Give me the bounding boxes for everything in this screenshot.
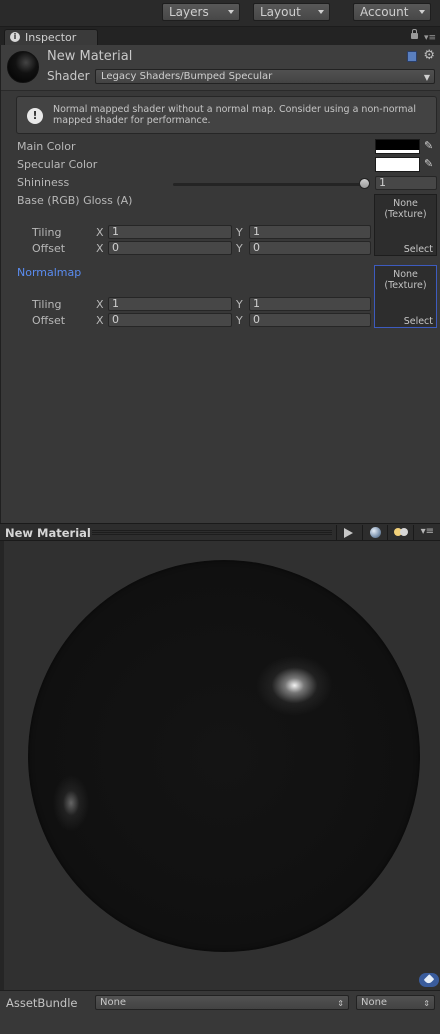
eyedropper-icon[interactable]: ✎ bbox=[424, 140, 436, 152]
chevron-down-icon bbox=[419, 10, 425, 14]
base-texture-select-button[interactable]: Select bbox=[402, 244, 435, 255]
normal-offset-x-input[interactable]: 0 bbox=[108, 313, 232, 327]
texture-none-label: None (Texture) bbox=[384, 198, 427, 220]
material-thumbnail bbox=[7, 51, 39, 83]
alpha-bar bbox=[376, 150, 419, 153]
normalmap-label: Normalmap bbox=[17, 266, 82, 279]
inspector-panel: New Material Shader Legacy Shaders/Bumpe… bbox=[0, 45, 440, 525]
preview-drag-handle[interactable] bbox=[92, 530, 332, 535]
tab-inspector[interactable]: i Inspector bbox=[4, 29, 98, 45]
assetbundle-label: AssetBundle bbox=[6, 996, 78, 1010]
axis-y-label: Y bbox=[236, 298, 243, 311]
label-tag-icon[interactable] bbox=[419, 973, 439, 987]
texture-none-label: None (Texture) bbox=[384, 269, 427, 291]
shader-dropdown[interactable]: Legacy Shaders/Bumped Specular ▼ bbox=[95, 69, 435, 84]
layers-dropdown[interactable]: Layers bbox=[162, 3, 240, 21]
assetbundle-name-value: None bbox=[100, 997, 127, 1008]
alpha-bar bbox=[376, 168, 419, 171]
eyedropper-icon[interactable]: ✎ bbox=[424, 158, 436, 170]
base-offset-y-input[interactable]: 0 bbox=[249, 241, 371, 255]
normal-tiling-x-input[interactable]: 1 bbox=[108, 297, 232, 311]
base-texture-label: Base (RGB) Gloss (A) bbox=[17, 194, 133, 207]
chevron-down-icon bbox=[318, 10, 324, 14]
axis-y-label: Y bbox=[236, 242, 243, 255]
chevron-updown-icon: ⇕ bbox=[423, 999, 430, 1008]
preview-sphere bbox=[28, 560, 420, 952]
base-tiling-label: Tiling bbox=[32, 226, 62, 239]
base-texture-slot[interactable]: None (Texture) Select bbox=[374, 194, 437, 256]
normalmap-select-button[interactable]: Select bbox=[402, 316, 435, 327]
specular-color-label: Specular Color bbox=[17, 158, 98, 171]
divider bbox=[387, 525, 388, 540]
base-offset-x-input[interactable]: 0 bbox=[108, 241, 232, 255]
material-preview[interactable] bbox=[0, 541, 440, 990]
chevron-down-icon bbox=[228, 10, 234, 14]
assetbundle-name-dropdown[interactable]: None ⇕ bbox=[95, 995, 349, 1010]
base-tiling-x-input[interactable]: 1 bbox=[108, 225, 232, 239]
info-icon: i bbox=[10, 32, 20, 42]
axis-x-label: X bbox=[96, 226, 104, 239]
normal-offset-label: Offset bbox=[32, 314, 66, 327]
shininess-slider-track[interactable] bbox=[173, 183, 367, 186]
material-header: New Material Shader Legacy Shaders/Bumpe… bbox=[1, 45, 440, 91]
play-icon[interactable] bbox=[344, 528, 353, 538]
axis-x-label: X bbox=[96, 242, 104, 255]
layout-dropdown[interactable]: Layout bbox=[253, 3, 330, 21]
preview-header: New Material ▾≡ bbox=[0, 523, 440, 541]
axis-y-label: Y bbox=[236, 314, 243, 327]
material-name: New Material bbox=[47, 49, 133, 64]
base-offset-label: Offset bbox=[32, 242, 66, 255]
layout-label: Layout bbox=[260, 5, 301, 19]
shininess-slider-knob[interactable] bbox=[359, 178, 370, 189]
assetbundle-variant-value: None bbox=[361, 997, 388, 1008]
assetbundle-variant-dropdown[interactable]: None ⇕ bbox=[356, 995, 435, 1010]
shininess-input[interactable]: 1 bbox=[375, 176, 437, 190]
assetbundle-bar: AssetBundle None ⇕ None ⇕ bbox=[0, 990, 440, 1034]
lights-icon[interactable] bbox=[394, 528, 408, 537]
help-box: ! Normal mapped shader without a normal … bbox=[16, 96, 437, 134]
lock-icon[interactable] bbox=[411, 29, 418, 39]
normal-tiling-label: Tiling bbox=[32, 298, 62, 311]
top-toolbar: Layers Layout Account bbox=[0, 0, 440, 27]
chevron-updown-icon: ⇕ bbox=[337, 999, 344, 1008]
main-color-field[interactable] bbox=[375, 139, 420, 154]
gear-icon[interactable]: ⚙ bbox=[423, 48, 435, 63]
axis-x-label: X bbox=[96, 298, 104, 311]
tab-inspector-label: Inspector bbox=[25, 31, 77, 44]
normal-tiling-y-input[interactable]: 1 bbox=[249, 297, 371, 311]
shader-label: Shader bbox=[47, 69, 90, 83]
specular-color-field[interactable] bbox=[375, 157, 420, 172]
base-tiling-y-input[interactable]: 1 bbox=[249, 225, 371, 239]
account-label: Account bbox=[360, 5, 409, 19]
layers-label: Layers bbox=[169, 5, 209, 19]
preview-menu-icon[interactable]: ▾≡ bbox=[421, 526, 434, 537]
shader-value: Legacy Shaders/Bumped Specular bbox=[101, 71, 273, 82]
shininess-label: Shininess bbox=[17, 176, 70, 189]
help-text: Normal mapped shader without a normal ma… bbox=[53, 104, 416, 126]
sphere-mesh-icon[interactable] bbox=[370, 527, 381, 538]
axis-x-label: X bbox=[96, 314, 104, 327]
normal-offset-y-input[interactable]: 0 bbox=[249, 313, 371, 327]
warning-icon: ! bbox=[27, 108, 43, 124]
tab-bar: i Inspector ▾≡ bbox=[0, 27, 440, 45]
account-dropdown[interactable]: Account bbox=[353, 3, 431, 21]
panel-menu-icon[interactable]: ▾≡ bbox=[424, 34, 436, 43]
main-color-label: Main Color bbox=[17, 140, 76, 153]
chevron-down-icon: ▼ bbox=[423, 73, 430, 82]
divider bbox=[362, 525, 363, 540]
preview-title: New Material bbox=[5, 526, 91, 540]
normalmap-texture-slot[interactable]: None (Texture) Select bbox=[374, 265, 437, 328]
axis-y-label: Y bbox=[236, 226, 243, 239]
help-book-icon[interactable] bbox=[407, 51, 417, 62]
divider bbox=[413, 525, 414, 540]
divider bbox=[336, 525, 337, 540]
